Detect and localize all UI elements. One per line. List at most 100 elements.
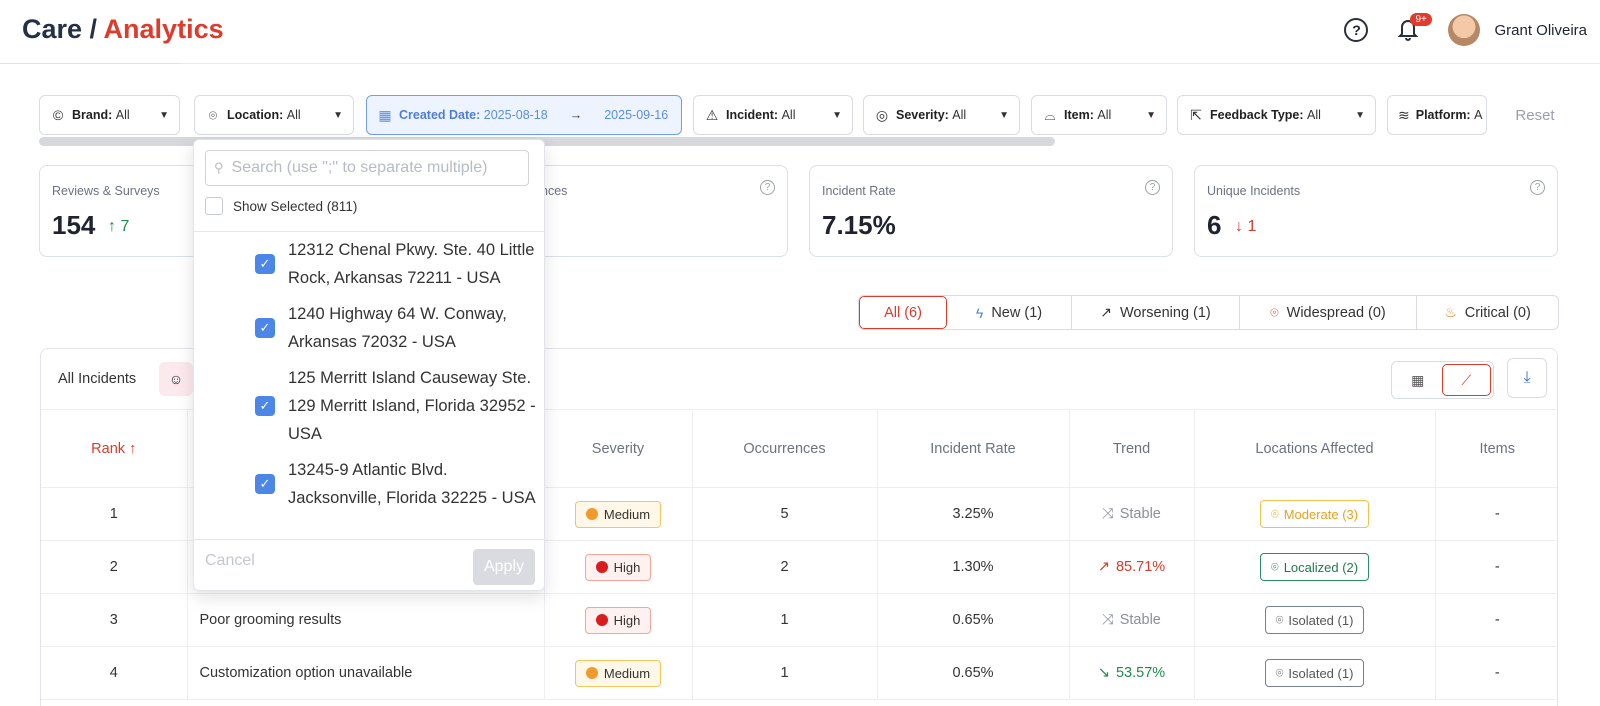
rate-cell: 1.30% <box>877 540 1070 594</box>
locations-badge[interactable]: ⌾ Isolated (1) <box>1264 606 1365 634</box>
occurrences-cell: 1 <box>692 646 878 700</box>
stat-delta: ↓ 1 <box>1235 218 1257 235</box>
incident-filter[interactable]: ⚠ Incident: All ▼ <box>693 95 853 135</box>
column-header-severity[interactable]: Severity <box>544 409 693 488</box>
tab-underline <box>0 63 180 75</box>
location-option[interactable]: ✓ 1240 Highway 64 W. Conway, Arkansas 72… <box>194 300 544 356</box>
severity-badge: High <box>584 606 652 634</box>
column-header-occurrences[interactable]: Occurrences <box>692 409 878 488</box>
location-options-list[interactable]: ✓ 12312 Chenal Pkwy. Ste. 40 Little Rock… <box>194 232 544 534</box>
checkbox-checked-icon[interactable]: ✓ <box>255 254 275 274</box>
trend-label: 85.71% <box>1115 559 1166 575</box>
brand-filter[interactable]: © Brand: All ▼ <box>39 95 180 135</box>
item-filter[interactable]: ⌓ Item: All ▼ <box>1031 95 1167 135</box>
occurrences-cell: 2 <box>692 540 878 594</box>
show-selected-checkbox[interactable] <box>205 197 223 215</box>
user-name[interactable]: Grant Oliveira <box>1494 22 1587 39</box>
ai-assistant-icon[interactable]: ☺ <box>159 362 193 396</box>
tab-widespread[interactable]: ⌾ Widespread (0) <box>1240 296 1417 329</box>
trend-label: Stable <box>1119 612 1161 628</box>
locations-label: Isolated (1) <box>1288 665 1354 681</box>
map-pin-icon: ⌾ <box>1275 612 1284 627</box>
tab-label: Widespread (0) <box>1286 304 1386 321</box>
dropdown-footer: Cancel Apply <box>194 539 544 590</box>
tab-all[interactable]: All (6) <box>859 296 947 329</box>
locations-cell: ⌾ Localized (2) <box>1194 540 1436 594</box>
platform-filter[interactable]: ≋ Platform: A <box>1387 95 1487 135</box>
location-option-label: 1240 Highway 64 W. Conway, Arkansas 7203… <box>288 305 507 351</box>
date-to[interactable]: 2025-09-16 <box>604 108 668 122</box>
locations-badge[interactable]: ⌾ Moderate (3) <box>1259 500 1370 528</box>
locations-badge[interactable]: ⌾ Localized (2) <box>1259 553 1370 581</box>
column-header-trend[interactable]: Trend <box>1069 409 1195 488</box>
location-option[interactable]: ✓ 13245-9 Atlantic Blvd. Jacksonville, F… <box>194 456 544 512</box>
location-dropdown: ⚲ Search (use ";" to separate multiple) … <box>193 139 545 591</box>
trend-cell: ⤨ Stable <box>1069 593 1195 647</box>
severity-filter-label: Severity: <box>896 108 949 122</box>
feedback-type-filter[interactable]: ⇱ Feedback Type: All ▼ <box>1177 95 1376 135</box>
help-icon[interactable]: ? <box>1530 180 1545 195</box>
created-date-filter[interactable]: ▦ Created Date: 2025-08-18 → 2025-09-16 <box>366 95 682 135</box>
stat-delta-value: 1 <box>1247 218 1257 235</box>
table-row[interactable]: 4 Customization option unavailable Mediu… <box>41 646 1557 700</box>
severity-cell: High <box>544 593 693 647</box>
incident-name-cell: Customization option unavailable <box>187 646 545 700</box>
chevron-down-icon: ▼ <box>159 109 169 121</box>
trend-label: 53.57% <box>1115 665 1166 681</box>
locations-badge[interactable]: ⌾ Isolated (1) <box>1264 659 1365 687</box>
location-option[interactable]: ✓ 12312 Chenal Pkwy. Ste. 40 Little Rock… <box>194 236 544 292</box>
shuffle-icon: ⤨ <box>1102 506 1114 522</box>
chevron-down-icon: ▼ <box>832 109 842 121</box>
location-option[interactable]: ✓ 125 Merritt Island Causeway Ste. 129 M… <box>194 364 544 448</box>
column-header-items[interactable]: Items <box>1435 409 1557 488</box>
avatar[interactable] <box>1448 14 1481 46</box>
top-bar: Care / Analytics ? 9+ Grant Oliveira <box>0 0 1600 64</box>
reset-button[interactable]: Reset <box>1503 95 1567 135</box>
location-search-input[interactable]: ⚲ Search (use ";" to separate multiple) <box>205 150 529 186</box>
checkbox-checked-icon[interactable]: ✓ <box>255 318 275 338</box>
severity-dot-icon <box>585 667 598 679</box>
brand-filter-label: Brand: <box>72 108 113 122</box>
filter-scrollbar[interactable] <box>39 137 1055 146</box>
severity-filter[interactable]: ◎ Severity: All ▼ <box>863 95 1020 135</box>
stat-card-incident-rate: Incident Rate ? 7.15% <box>809 165 1173 257</box>
tab-worsening[interactable]: ↗ Worsening (1) <box>1072 296 1240 329</box>
checkbox-checked-icon[interactable]: ✓ <box>255 396 275 416</box>
tab-label: All (6) <box>884 304 922 321</box>
sort-up-icon: ↑ <box>129 440 137 457</box>
locations-label: Isolated (1) <box>1288 612 1354 628</box>
table-row[interactable]: 3 Poor grooming results High 1 0.65% ⤨ St… <box>41 593 1557 647</box>
column-label: Severity <box>591 440 645 457</box>
stat-card-unique-incidents: Unique Incidents ? 6 ↓ 1 <box>1194 165 1558 257</box>
incident-category-tabs: All (6) ϟ New (1) ↗ Worsening (1) ⌾ Widespr… <box>858 295 1559 330</box>
help-icon[interactable]: ? <box>1344 18 1369 42</box>
tab-critical[interactable]: ♨ Critical (0) <box>1417 296 1558 329</box>
item-filter-value: All <box>1097 108 1112 122</box>
show-selected-label: Show Selected (811) <box>233 198 358 214</box>
column-header-incident-rate[interactable]: Incident Rate <box>877 409 1070 488</box>
page-title: Care / Analytics <box>22 14 224 45</box>
chevron-down-icon: ▼ <box>333 109 343 121</box>
checkbox-checked-icon[interactable]: ✓ <box>255 474 275 494</box>
notification-badge: 9+ <box>1410 13 1432 26</box>
show-selected-toggle[interactable]: Show Selected (811) <box>205 197 357 215</box>
trend-up-icon: ↗ <box>1097 559 1110 575</box>
notifications-button[interactable]: 9+ <box>1396 13 1432 44</box>
column-header-rank[interactable]: Rank ↑ <box>41 409 188 488</box>
tab-new[interactable]: ϟ New (1) <box>947 296 1072 329</box>
date-from[interactable]: 2025-08-18 <box>484 108 548 122</box>
chart-view-icon[interactable]: ⟋ <box>1441 364 1491 396</box>
view-toggle: ▦ ⟋ <box>1391 361 1494 399</box>
location-filter[interactable]: ⌾ Location: All ▼ <box>194 95 354 135</box>
column-header-locations[interactable]: Locations Affected <box>1194 409 1436 488</box>
help-icon[interactable]: ? <box>1145 180 1160 195</box>
table-view-icon[interactable]: ▦ <box>1394 364 1442 396</box>
apply-button[interactable]: Apply <box>473 549 535 585</box>
cancel-button[interactable]: Cancel <box>205 552 255 570</box>
severity-cell: High <box>544 540 693 594</box>
help-icon[interactable]: ? <box>760 180 775 195</box>
occurrences-cell: 1 <box>692 593 878 647</box>
column-label: Incident Rate <box>930 440 1016 457</box>
rate-cell: 0.65% <box>877 646 1070 700</box>
download-icon[interactable]: ⤓ <box>1507 358 1547 398</box>
